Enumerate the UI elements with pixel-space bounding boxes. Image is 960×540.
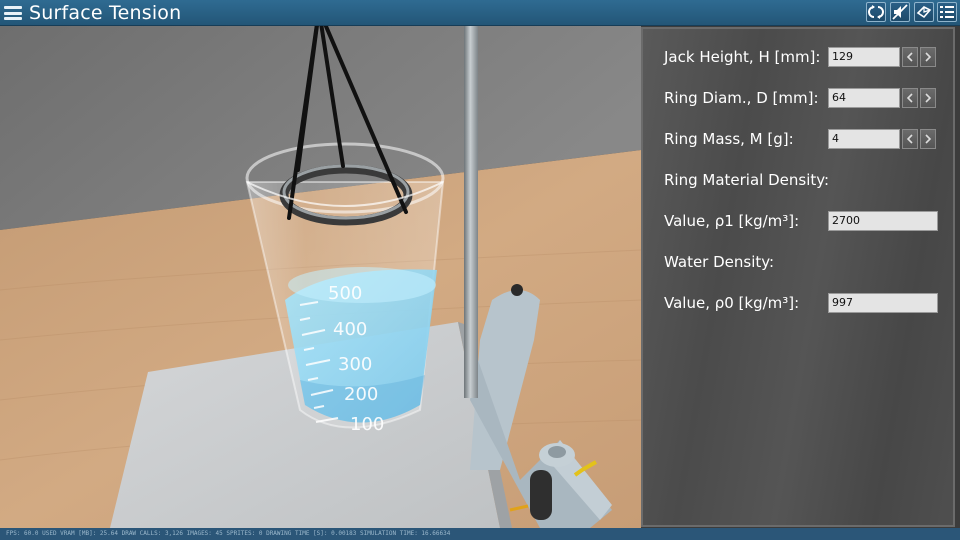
graduation-200: 200 <box>344 384 378 405</box>
water-density-input[interactable]: 997 <box>828 293 938 313</box>
chevron-right-icon <box>925 52 932 62</box>
adjust-wheel <box>530 470 552 520</box>
ring-mass-input[interactable]: 4 <box>828 129 900 149</box>
ring-density-heading: Ring Material Density: <box>664 171 830 189</box>
graduation-500: 500 <box>328 283 362 304</box>
stand-knob <box>511 284 523 296</box>
jack-height-input[interactable]: 129 <box>828 47 900 67</box>
list-icon <box>940 6 954 18</box>
chevron-left-icon <box>906 134 913 144</box>
ring-mass-increment-button[interactable] <box>920 129 936 149</box>
ring-density-input[interactable]: 2700 <box>828 211 938 231</box>
jack-height-decrement-button[interactable] <box>902 47 918 67</box>
app-title: Surface Tension <box>29 2 182 24</box>
chevron-left-icon <box>906 52 913 62</box>
graduation-300: 300 <box>338 354 372 375</box>
properties-panel: Jack Height, H [mm]: 129 Ring Diam., D [… <box>641 27 955 527</box>
chevron-right-icon <box>925 93 932 103</box>
sound-toggle-button[interactable] <box>890 2 910 22</box>
ring-density-label: Value, ρ1 [kg/m³]: <box>664 212 800 230</box>
graduation-400: 400 <box>333 319 367 340</box>
ring-diameter-label: Ring Diam., D [mm]: <box>664 89 819 107</box>
chevron-right-icon <box>925 134 932 144</box>
reset-view-button[interactable] <box>866 2 886 22</box>
performance-status-bar: FPS: 60.0 USED VRAM [MB]: 25.64 DRAW CAL… <box>0 528 960 540</box>
menu-icon[interactable] <box>4 3 22 23</box>
graduation-100: 100 <box>350 414 384 435</box>
ring-diameter-decrement-button[interactable] <box>902 88 918 108</box>
mute-icon <box>892 4 908 20</box>
cube-view-icon <box>916 6 932 19</box>
title-bar: Surface Tension <box>0 0 960 26</box>
jack-height-increment-button[interactable] <box>920 47 936 67</box>
reset-arrows-icon <box>868 5 884 19</box>
water-density-heading: Water Density: <box>664 253 775 271</box>
chevron-left-icon <box>906 93 913 103</box>
camera-view-button[interactable] <box>914 2 934 22</box>
water-density-label: Value, ρ0 [kg/m³]: <box>664 294 800 312</box>
ring-mass-label: Ring Mass, M [g]: <box>664 130 794 148</box>
ring-diameter-increment-button[interactable] <box>920 88 936 108</box>
ring-diameter-input[interactable]: 64 <box>828 88 900 108</box>
jack-height-label: Jack Height, H [mm]: <box>664 48 821 66</box>
property-list-button[interactable] <box>937 2 957 22</box>
ring-mass-decrement-button[interactable] <box>902 129 918 149</box>
support-rod <box>464 26 478 398</box>
